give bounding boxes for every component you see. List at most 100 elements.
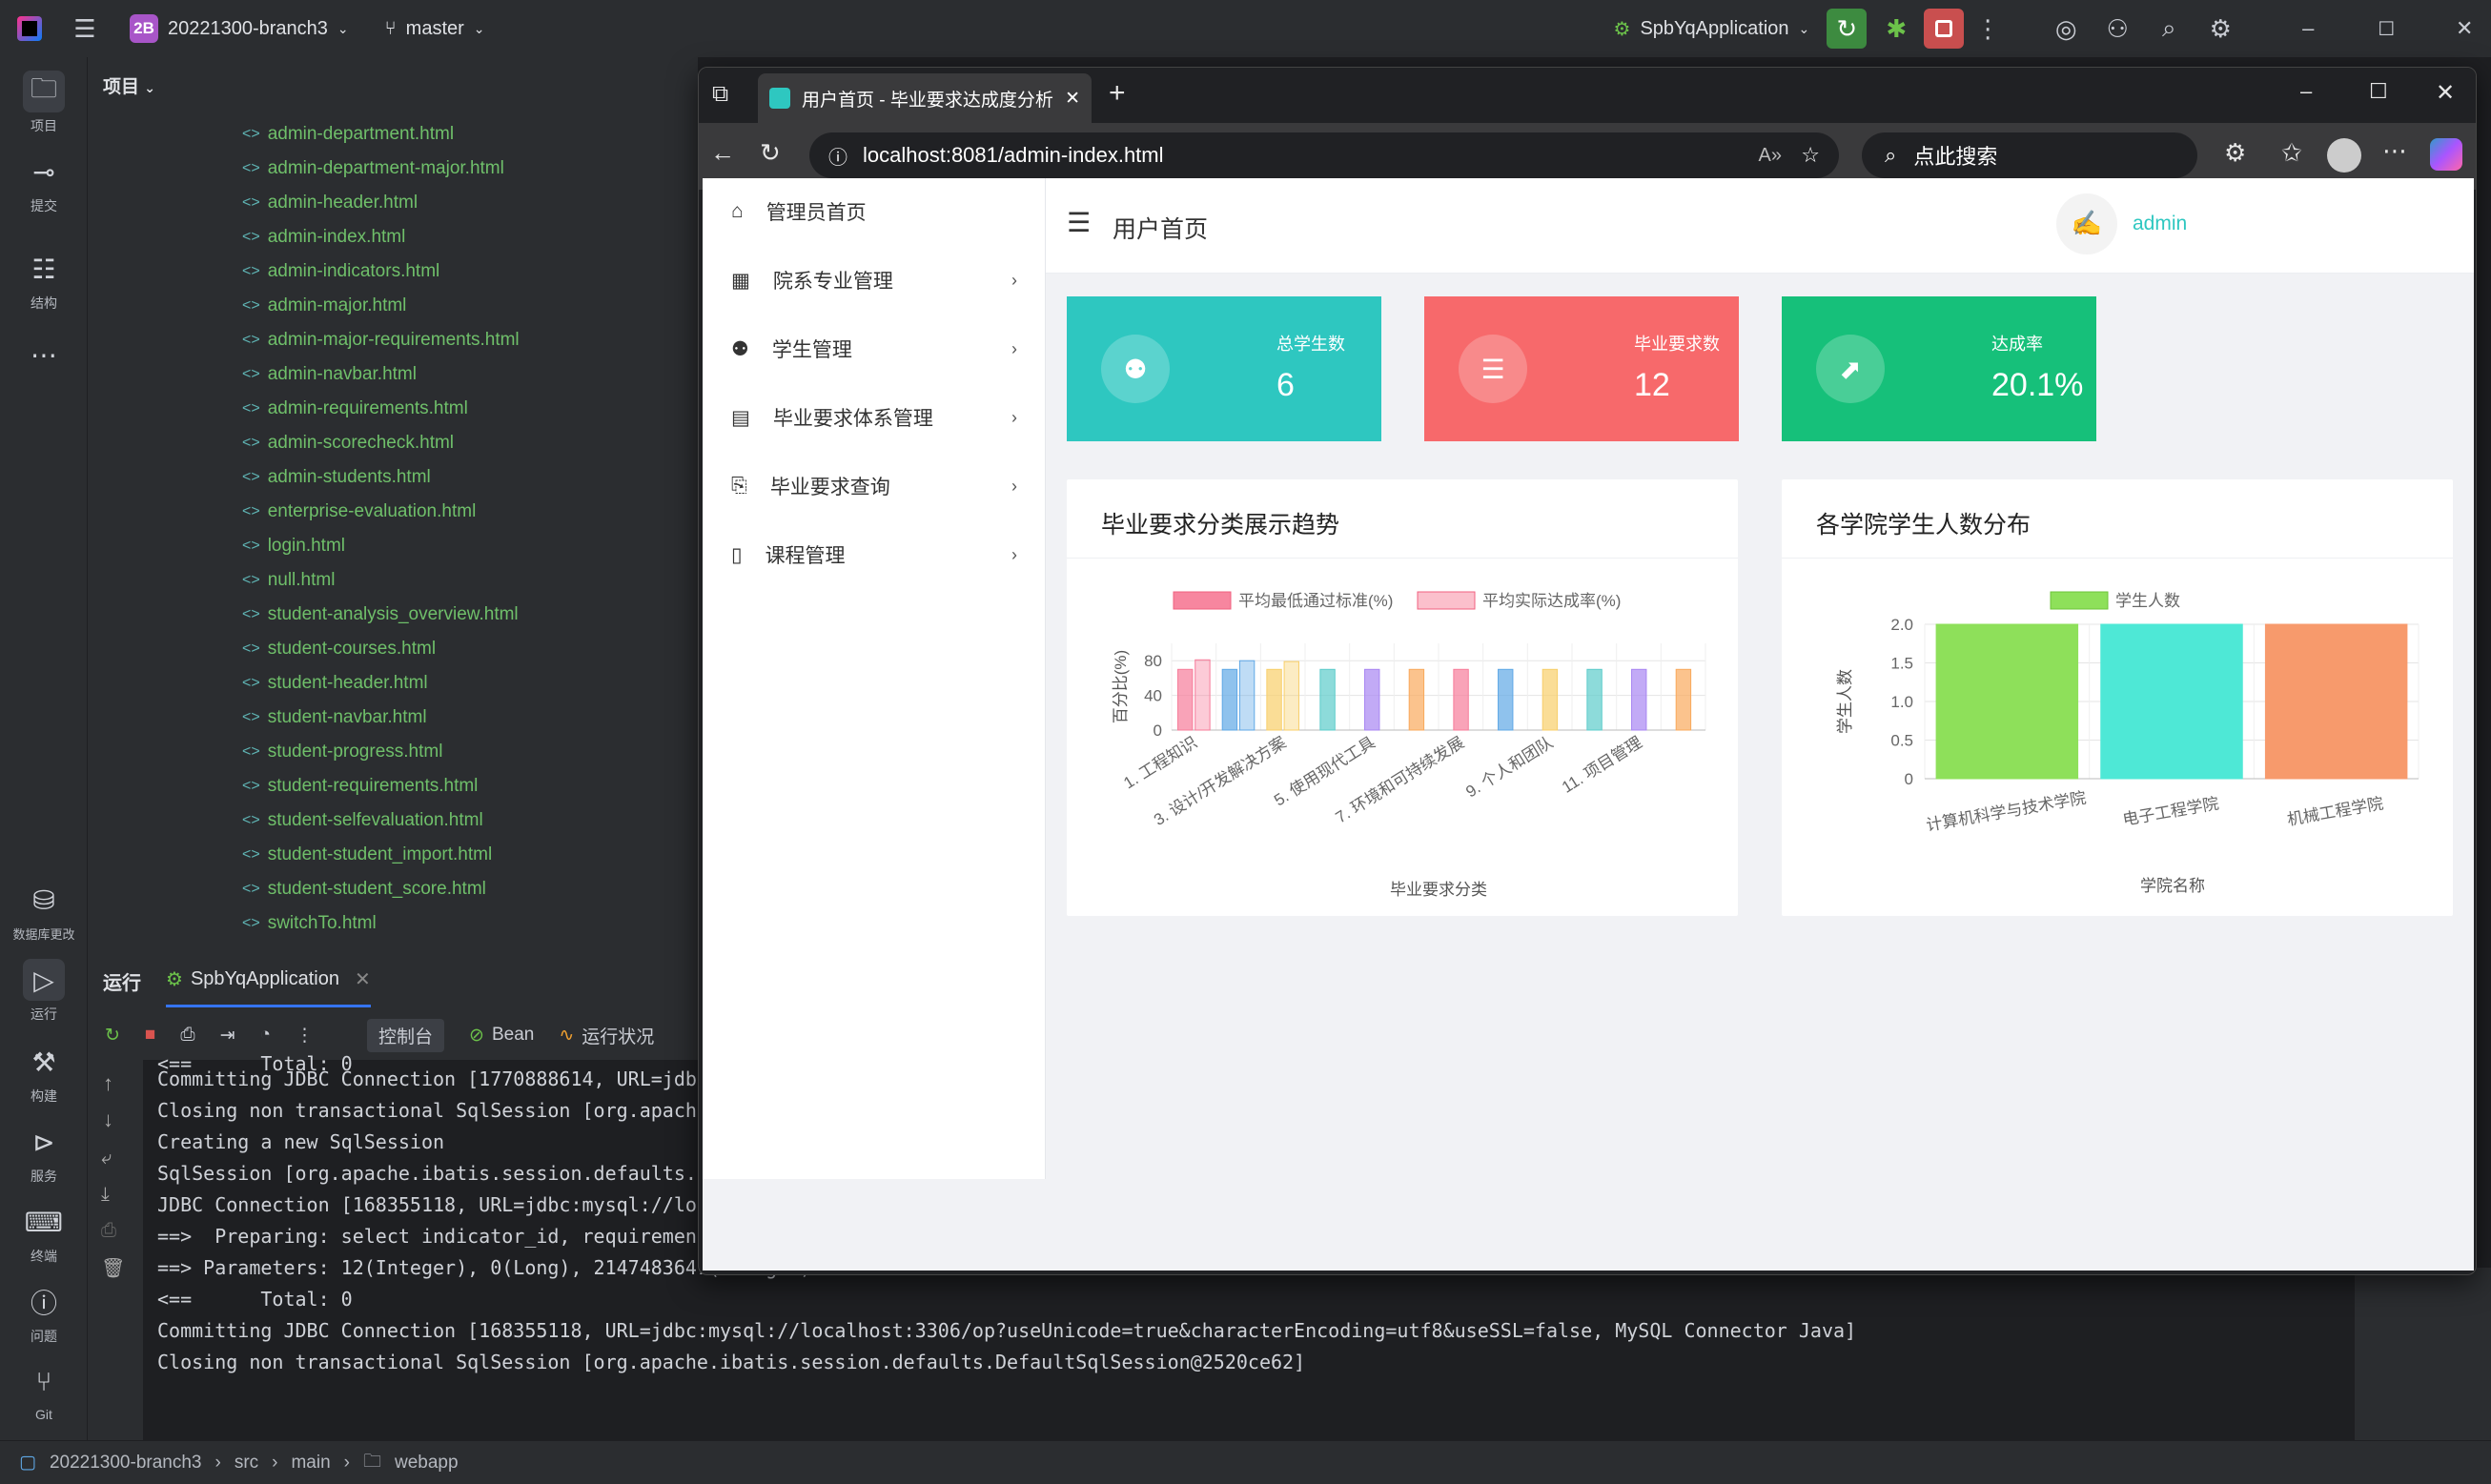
minimize-window-icon[interactable]: – <box>2288 9 2328 49</box>
tool-project[interactable]: 🗀 项目 <box>8 71 80 135</box>
info-icon[interactable]: ⓘ <box>828 142 847 170</box>
read-aloud-icon[interactable]: A» <box>1759 145 1782 167</box>
browser-tab[interactable]: 用户首页 - 毕业要求达成度分析系 ✕ <box>758 73 1092 123</box>
stop-button[interactable] <box>1924 9 1965 49</box>
scroll-to-end-icon[interactable]: ⤓ <box>101 1184 110 1206</box>
minimize-icon[interactable]: – <box>2300 79 2312 104</box>
back-icon[interactable]: ← <box>710 138 735 168</box>
tool-structure[interactable]: ☷ 结构 <box>8 248 80 313</box>
exit-icon[interactable]: ⇥ <box>220 1025 235 1047</box>
file-tree-item[interactable]: <> admin-department.html <box>242 124 454 145</box>
tool-more[interactable]: ⋯ <box>8 334 80 376</box>
tool-terminal[interactable]: ⌨ 终端 <box>8 1201 80 1266</box>
health-tab[interactable]: ∿ 运行状况 <box>559 1023 654 1048</box>
rerun-icon[interactable]: ↻ <box>105 1025 120 1047</box>
rerun-button[interactable]: ↻ <box>1827 9 1868 49</box>
close-window-icon[interactable]: ✕ <box>2444 9 2484 49</box>
file-tree-item[interactable]: <> admin-scorecheck.html <box>242 433 454 454</box>
gauge-icon[interactable]: ◔ <box>260 1025 271 1046</box>
extensions-icon[interactable]: ⚙ <box>2224 138 2246 168</box>
file-tree-item[interactable]: <> student-student_score.html <box>242 879 486 900</box>
favorites-icon[interactable]: ✩ <box>2281 138 2302 168</box>
nav-students[interactable]: ⚉ 学生管理 › <box>731 335 1017 363</box>
file-tree-item[interactable]: <> student-requirements.html <box>242 776 478 797</box>
file-tree-item[interactable]: <> enterprise-evaluation.html <box>242 501 476 522</box>
url-field[interactable]: ⓘ localhost:8081/admin-index.html A» ☆ <box>809 132 1839 178</box>
debug-button[interactable]: ✱ <box>1876 9 1916 49</box>
file-tree-item[interactable]: <> student-selfevaluation.html <box>242 810 483 831</box>
print-icon[interactable]: ⎙ <box>101 1220 116 1242</box>
close-tab-icon[interactable]: ✕ <box>355 967 371 991</box>
tool-services[interactable]: ⊳ 服务 <box>8 1121 80 1186</box>
ide-logo-icon[interactable] <box>17 16 42 41</box>
profile-avatar[interactable] <box>2327 138 2361 173</box>
user-name[interactable]: admin <box>2133 213 2187 235</box>
ai-assistant-icon[interactable]: ◎ <box>2046 9 2086 49</box>
app-run-tab[interactable]: ⚙ SpbYqApplication ✕ <box>166 954 371 1007</box>
search-field[interactable]: ⌕ 点此搜索 <box>1862 132 2197 178</box>
breadcrumb-main[interactable]: main <box>291 1453 330 1474</box>
new-tab-icon[interactable]: + <box>1109 77 1126 110</box>
more-vertical-icon[interactable]: ⋮ <box>296 1025 314 1047</box>
trash-icon[interactable]: 🗑 <box>101 1256 125 1280</box>
file-tree-item[interactable]: <> student-progress.html <box>242 742 442 762</box>
camera-icon[interactable]: ⎙ <box>180 1025 194 1046</box>
refresh-icon[interactable]: ↻ <box>760 138 781 168</box>
nav-department-major[interactable]: ▦ 院系专业管理 › <box>731 266 1017 295</box>
soft-wrap-icon[interactable]: ⤶ <box>101 1148 112 1169</box>
menu-toggle-icon[interactable]: ☰ <box>1067 207 1091 238</box>
tool-problems[interactable]: ⓘ 问题 <box>8 1281 80 1346</box>
project-panel-title[interactable]: 项目 ⌄ <box>103 72 155 98</box>
file-tree-item[interactable]: <> admin-department-major.html <box>242 158 504 179</box>
bean-tab[interactable]: ⊘ Bean <box>469 1025 534 1047</box>
stop-icon[interactable]: ■ <box>145 1025 155 1046</box>
tool-commit[interactable]: ⊸ 提交 <box>8 151 80 215</box>
breadcrumb-src[interactable]: src <box>235 1453 258 1474</box>
tool-database-changes[interactable]: ⛁ 数据库更改 <box>8 879 80 943</box>
file-tree-item[interactable]: <> student-courses.html <box>242 639 436 660</box>
file-tree-item[interactable]: <> admin-major-requirements.html <box>242 330 520 351</box>
file-tree-item[interactable]: <> student-analysis_overview.html <box>242 604 519 625</box>
vcs-branch-selector[interactable]: ⑂ master ⌄ <box>374 10 497 48</box>
user-avatar[interactable]: ✍ <box>2056 193 2117 254</box>
close-tab-icon[interactable]: ✕ <box>1065 88 1080 110</box>
tool-git[interactable]: ⑂ Git <box>8 1361 80 1422</box>
more-actions-icon[interactable]: ⋮ <box>1968 9 2008 49</box>
console-tab[interactable]: 控制台 <box>367 1018 445 1052</box>
run-tab[interactable]: 运行 <box>103 967 141 995</box>
file-tree-item[interactable]: <> switchTo.html <box>242 913 377 934</box>
nav-requirements-query[interactable]: ⎘ 毕业要求查询 › <box>731 472 1017 500</box>
maximize-window-icon[interactable]: ☐ <box>2366 9 2406 49</box>
tool-run[interactable]: ▷ 运行 <box>8 959 80 1024</box>
maximize-icon[interactable]: ☐ <box>2369 79 2388 104</box>
close-icon[interactable]: ✕ <box>2436 79 2455 107</box>
file-tree-item[interactable]: <> null.html <box>242 570 335 591</box>
nav-courses[interactable]: ▯ 课程管理 › <box>731 540 1017 569</box>
nav-requirements-system[interactable]: ▤ 毕业要求体系管理 › <box>731 403 1017 432</box>
file-tree-item[interactable]: <> admin-index.html <box>242 227 405 248</box>
file-tree-item[interactable]: <> student-header.html <box>242 673 428 694</box>
file-tree-item[interactable]: <> admin-navbar.html <box>242 364 417 385</box>
nav-admin-home[interactable]: ⌂ 管理员首页 <box>731 197 1017 226</box>
project-selector[interactable]: 2B 20221300-branch3 ⌄ <box>118 10 360 48</box>
breadcrumb-project[interactable]: 20221300-branch3 <box>50 1453 202 1474</box>
tool-build[interactable]: ⚒ 构建 <box>8 1041 80 1106</box>
add-user-icon[interactable]: ⚇ <box>2097 9 2137 49</box>
favorite-star-icon[interactable]: ☆ <box>1801 143 1820 168</box>
main-menu-icon[interactable]: ☰ <box>65 9 105 49</box>
breadcrumb-webapp[interactable]: webapp <box>395 1453 459 1474</box>
file-tree-item[interactable]: <> student-student_import.html <box>242 844 492 865</box>
more-icon[interactable]: ⋯ <box>2382 136 2407 166</box>
file-tree-item[interactable]: <> admin-students.html <box>242 467 431 488</box>
file-tree-item[interactable]: <> admin-requirements.html <box>242 398 468 419</box>
file-tree-item[interactable]: <> admin-major.html <box>242 295 406 316</box>
search-icon[interactable]: ⌕ <box>2149 9 2189 49</box>
copilot-icon[interactable] <box>2430 138 2462 171</box>
file-tree-item[interactable]: <> student-navbar.html <box>242 707 427 728</box>
run-config-selector[interactable]: ⚙ SpbYqApplication ⌄ <box>1603 10 1822 48</box>
scroll-down-icon[interactable]: ↓ <box>103 1108 113 1132</box>
scroll-up-icon[interactable]: ↑ <box>103 1071 113 1096</box>
tab-actions-icon[interactable]: ⧉ <box>712 81 728 108</box>
file-tree-item[interactable]: <> login.html <box>242 536 345 557</box>
file-tree-item[interactable]: <> admin-indicators.html <box>242 261 439 282</box>
